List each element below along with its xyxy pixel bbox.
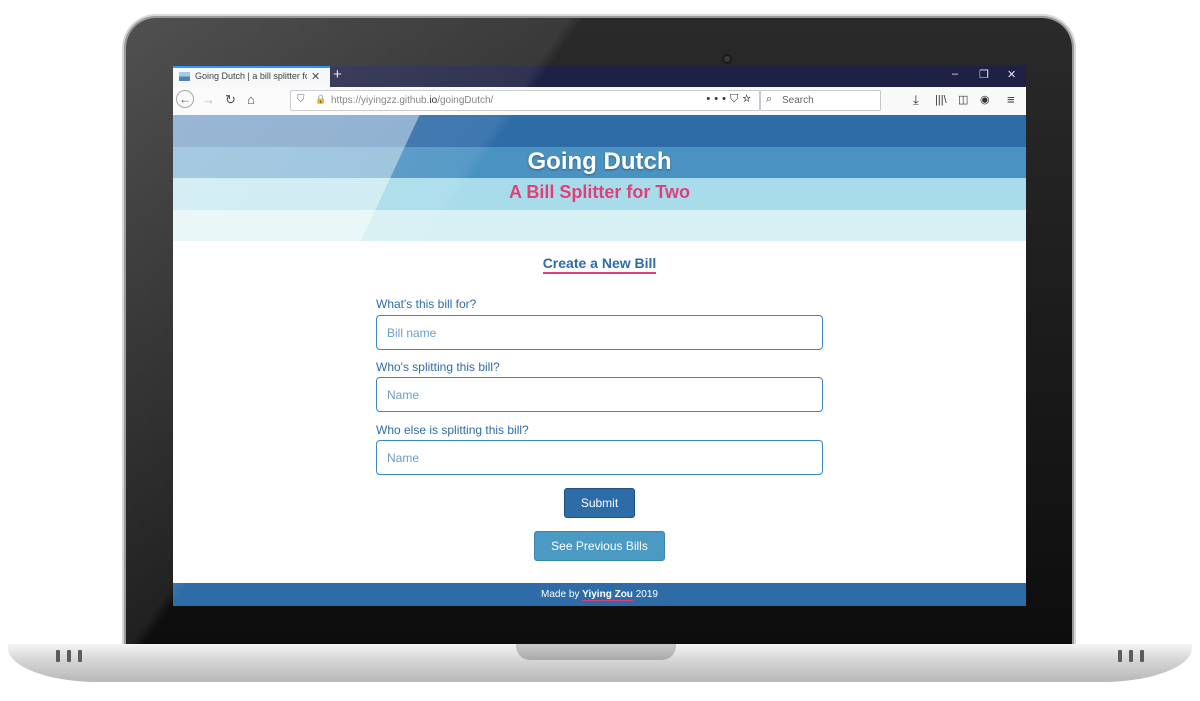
navigation-bar: ← → ↻ ⌂ ⛉ 🔒 https://yiyingzz.github.io/g… — [173, 87, 1026, 116]
browser-window: Going Dutch | a bill splitter for ✕ + – … — [173, 66, 1026, 606]
banner-diagonal-shade — [173, 115, 1026, 241]
search-placeholder: Search — [782, 95, 814, 106]
tracking-shield-icon[interactable]: ⛉ — [297, 94, 305, 105]
url-text[interactable]: https://yiyingzz.github.io/goingDutch/ — [331, 95, 493, 106]
form-heading: Create a New Bill — [173, 255, 1026, 274]
laptop-vent-left — [56, 650, 82, 662]
browser-tab[interactable]: Going Dutch | a bill splitter for ✕ — [173, 66, 330, 87]
bill-name-input[interactable] — [376, 315, 823, 350]
footer-text: Made by Yiying Zou 2019 — [541, 589, 658, 601]
tab-title: Going Dutch | a bill splitter for — [195, 71, 307, 81]
forward-icon[interactable]: → — [202, 92, 215, 107]
laptop-vent-right — [1118, 650, 1144, 662]
new-tab-icon[interactable]: + — [333, 66, 342, 83]
home-icon[interactable]: ⌂ — [247, 92, 255, 107]
submit-button[interactable]: Submit — [564, 488, 635, 518]
laptop-hinge-notch — [516, 644, 676, 660]
footer-year: 2019 — [635, 589, 658, 600]
second-person-label: Who else is splitting this bill? — [376, 423, 529, 437]
back-icon[interactable]: ← — [176, 90, 194, 108]
reload-icon[interactable]: ↻ — [225, 92, 236, 108]
url-prefix: https://yiyingzz.github. — [331, 95, 430, 106]
author-link[interactable]: Yiying Zou — [582, 589, 633, 601]
menu-icon[interactable]: ≡ — [1007, 92, 1015, 107]
site-favicon-icon — [179, 72, 190, 81]
footer: Made by Yiying Zou 2019 — [173, 583, 1026, 606]
see-previous-bills-button[interactable]: See Previous Bills — [534, 531, 665, 561]
search-icon: ⌕ — [766, 93, 773, 105]
form-heading-text: Create a New Bill — [542, 255, 657, 274]
page-actions: •••⛉☆ — [706, 93, 755, 106]
bill-name-label: What's this bill for? — [376, 297, 477, 311]
library-icon[interactable]: |||\ — [935, 94, 947, 106]
webcam — [722, 54, 732, 64]
first-person-input[interactable] — [376, 377, 823, 412]
restore-icon[interactable]: ❐ — [979, 68, 989, 81]
url-path: /goingDutch/ — [437, 95, 494, 106]
second-person-input[interactable] — [376, 440, 823, 475]
header-banner: Going Dutch A Bill Splitter for Two — [173, 115, 1026, 241]
downloads-icon[interactable]: ⤓ — [913, 92, 919, 108]
lock-icon[interactable]: 🔒 — [315, 94, 326, 105]
footer-prefix: Made by — [541, 589, 580, 600]
tab-bar: Going Dutch | a bill splitter for ✕ + – … — [173, 66, 1026, 87]
search-bar[interactable]: ⌕ Search — [760, 90, 881, 111]
site-title: Going Dutch — [527, 148, 672, 175]
window-close-icon[interactable]: ✕ — [1007, 68, 1016, 81]
sidebar-icon[interactable]: ◫ — [958, 93, 968, 106]
account-icon[interactable]: ◉ — [980, 93, 990, 106]
site-subtitle: A Bill Splitter for Two — [509, 182, 690, 202]
address-bar[interactable]: ⛉ 🔒 https://yiyingzz.github.io/goingDutc… — [290, 90, 760, 111]
page-content: Going Dutch A Bill Splitter for Two Crea… — [173, 115, 1026, 606]
tab-close-icon[interactable]: ✕ — [311, 70, 320, 83]
page-actions-menu-icon[interactable]: ••• — [706, 93, 730, 105]
first-person-label: Who's splitting this bill? — [376, 360, 500, 374]
bookmark-star-icon[interactable]: ☆ — [742, 93, 755, 105]
minimize-icon[interactable]: – — [952, 68, 958, 80]
pocket-icon[interactable]: ⛉ — [730, 93, 742, 105]
